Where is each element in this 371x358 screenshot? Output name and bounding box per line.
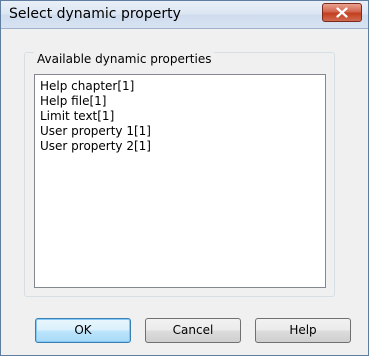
list-item[interactable]: Help file[1]	[40, 94, 320, 109]
title-bar[interactable]: Select dynamic property	[1, 1, 368, 29]
list-item[interactable]: Limit text[1]	[40, 109, 320, 124]
list-item[interactable]: User property 1[1]	[40, 124, 320, 139]
ok-button[interactable]: OK	[35, 318, 131, 343]
close-button[interactable]	[322, 3, 362, 22]
properties-listbox[interactable]: Help chapter[1] Help file[1] Limit text[…	[34, 74, 326, 288]
help-button[interactable]: Help	[255, 318, 351, 343]
group-label: Available dynamic properties	[34, 52, 215, 66]
cancel-button[interactable]: Cancel	[145, 318, 241, 343]
close-icon	[336, 7, 348, 18]
list-item[interactable]: Help chapter[1]	[40, 79, 320, 94]
list-item[interactable]: User property 2[1]	[40, 139, 320, 154]
dialog-title: Select dynamic property	[9, 6, 181, 22]
